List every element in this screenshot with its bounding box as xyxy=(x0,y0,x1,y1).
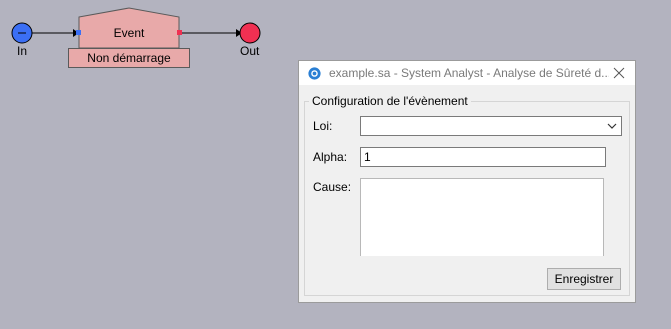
loi-select[interactable] xyxy=(360,116,622,136)
cause-label: Cause: xyxy=(313,180,352,194)
close-icon[interactable] xyxy=(609,63,629,83)
event-name: Event xyxy=(113,26,145,40)
dialog-titlebar[interactable]: example.sa - System Analyst - Analyse de… xyxy=(299,61,635,85)
cause-textarea[interactable] xyxy=(360,178,604,256)
save-button[interactable]: Enregistrer xyxy=(547,268,621,290)
chevron-down-icon xyxy=(607,123,617,129)
loi-label: Loi: xyxy=(313,119,333,133)
diagram-drawing xyxy=(11,7,261,49)
event-status-box[interactable]: Non démarrage xyxy=(68,48,190,68)
event-config-dialog: example.sa - System Analyst - Analyse de… xyxy=(298,60,636,303)
alpha-input[interactable] xyxy=(360,147,606,167)
alpha-label: Alpha: xyxy=(313,150,348,164)
output-node-label: Out xyxy=(240,44,260,58)
output-node[interactable] xyxy=(239,22,261,44)
gear-icon xyxy=(308,67,321,80)
dialog-title: example.sa - System Analyst - Analyse de… xyxy=(329,66,609,80)
group-title: Configuration de l'évènement xyxy=(309,94,471,108)
input-node-label: In xyxy=(17,44,28,58)
